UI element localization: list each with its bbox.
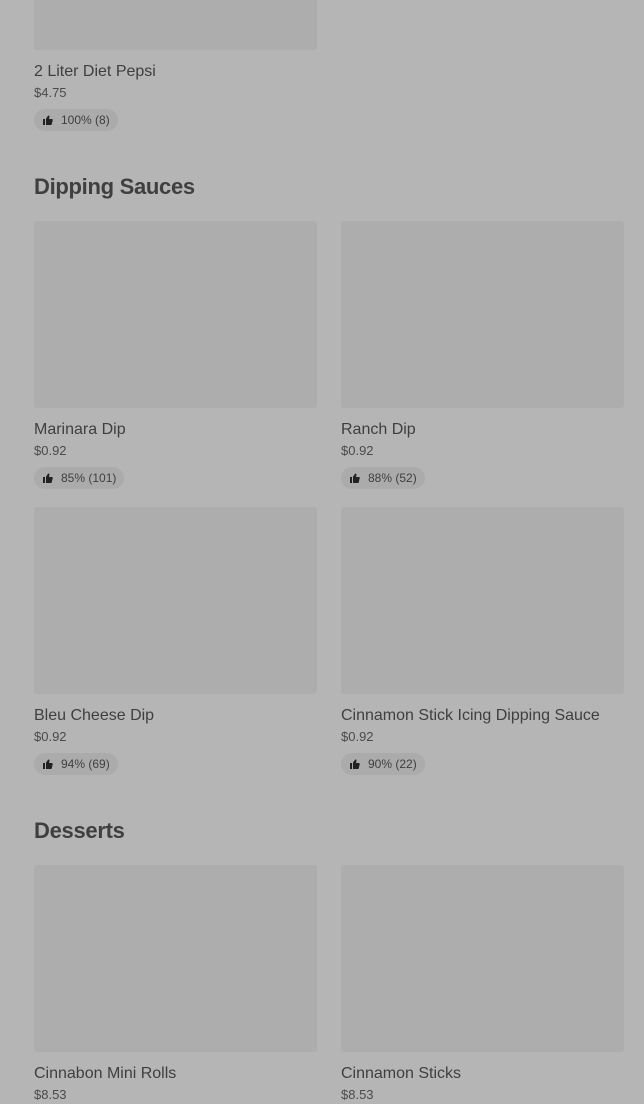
thumbs-up-icon bbox=[42, 114, 54, 126]
menu-item-card[interactable]: Cinnabon Mini Rolls $8.53 bbox=[34, 865, 317, 1104]
menu-item-name: Bleu Cheese Dip bbox=[34, 707, 155, 724]
rating-badge: 100% (8) bbox=[34, 109, 118, 131]
menu-page: 2 Liter Diet Pepsi $4.75 100% (8) Dippin… bbox=[0, 0, 644, 1102]
menu-item-image[interactable] bbox=[34, 507, 317, 694]
thumbs-up-icon bbox=[349, 758, 361, 770]
menu-item-price: $0.92 bbox=[34, 729, 67, 744]
menu-item-card[interactable]: Marinara Dip $0.92 85% (101) bbox=[34, 221, 317, 489]
menu-item-image[interactable] bbox=[341, 221, 624, 408]
menu-item-image[interactable] bbox=[34, 0, 317, 50]
menu-item-image[interactable] bbox=[34, 865, 317, 1052]
thumbs-up-icon bbox=[349, 472, 361, 484]
menu-item-card[interactable]: Ranch Dip $0.92 88% (52) bbox=[341, 221, 624, 489]
thumbs-up-icon bbox=[42, 758, 54, 770]
rating-text: 100% (8) bbox=[61, 113, 110, 127]
rating-badge: 88% (52) bbox=[341, 467, 425, 489]
menu-item-image[interactable] bbox=[341, 865, 624, 1052]
menu-item-image[interactable] bbox=[34, 221, 317, 408]
rating-badge: 94% (69) bbox=[34, 753, 118, 775]
rating-text: 85% (101) bbox=[61, 471, 117, 485]
menu-item-price: $0.92 bbox=[34, 443, 67, 458]
menu-item-name: Marinara Dip bbox=[34, 421, 126, 438]
menu-item-price: $4.75 bbox=[34, 85, 67, 100]
rating-text: 94% (69) bbox=[61, 757, 110, 771]
menu-item-card[interactable]: Bleu Cheese Dip $0.92 94% (69) bbox=[34, 507, 317, 775]
section-title-desserts: Desserts bbox=[34, 818, 125, 843]
menu-item-card[interactable]: Cinnamon Stick Icing Dipping Sauce $0.92… bbox=[341, 507, 624, 775]
menu-item-name: Cinnamon Stick Icing Dipping Sauce bbox=[341, 707, 600, 724]
menu-item-image[interactable] bbox=[341, 507, 624, 694]
menu-item-name: Cinnamon Sticks bbox=[341, 1065, 462, 1082]
menu-item-name: Ranch Dip bbox=[341, 421, 416, 438]
rating-badge: 85% (101) bbox=[34, 467, 125, 489]
menu-item-price: $0.92 bbox=[341, 443, 374, 458]
section-title-dipping-sauces: Dipping Sauces bbox=[34, 174, 195, 199]
menu-item-name: Cinnabon Mini Rolls bbox=[34, 1065, 177, 1082]
menu-item-card[interactable]: Cinnamon Sticks $8.53 bbox=[341, 865, 624, 1104]
menu-item-price: $8.53 bbox=[34, 1087, 67, 1102]
menu-item-name: 2 Liter Diet Pepsi bbox=[34, 63, 156, 80]
rating-badge: 90% (22) bbox=[341, 753, 425, 775]
menu-item-card[interactable]: 2 Liter Diet Pepsi $4.75 100% (8) bbox=[34, 0, 317, 131]
rating-text: 88% (52) bbox=[368, 471, 417, 485]
rating-text: 90% (22) bbox=[368, 757, 417, 771]
menu-item-price: $8.53 bbox=[341, 1087, 374, 1102]
menu-item-price: $0.92 bbox=[341, 729, 374, 744]
thumbs-up-icon bbox=[42, 472, 54, 484]
